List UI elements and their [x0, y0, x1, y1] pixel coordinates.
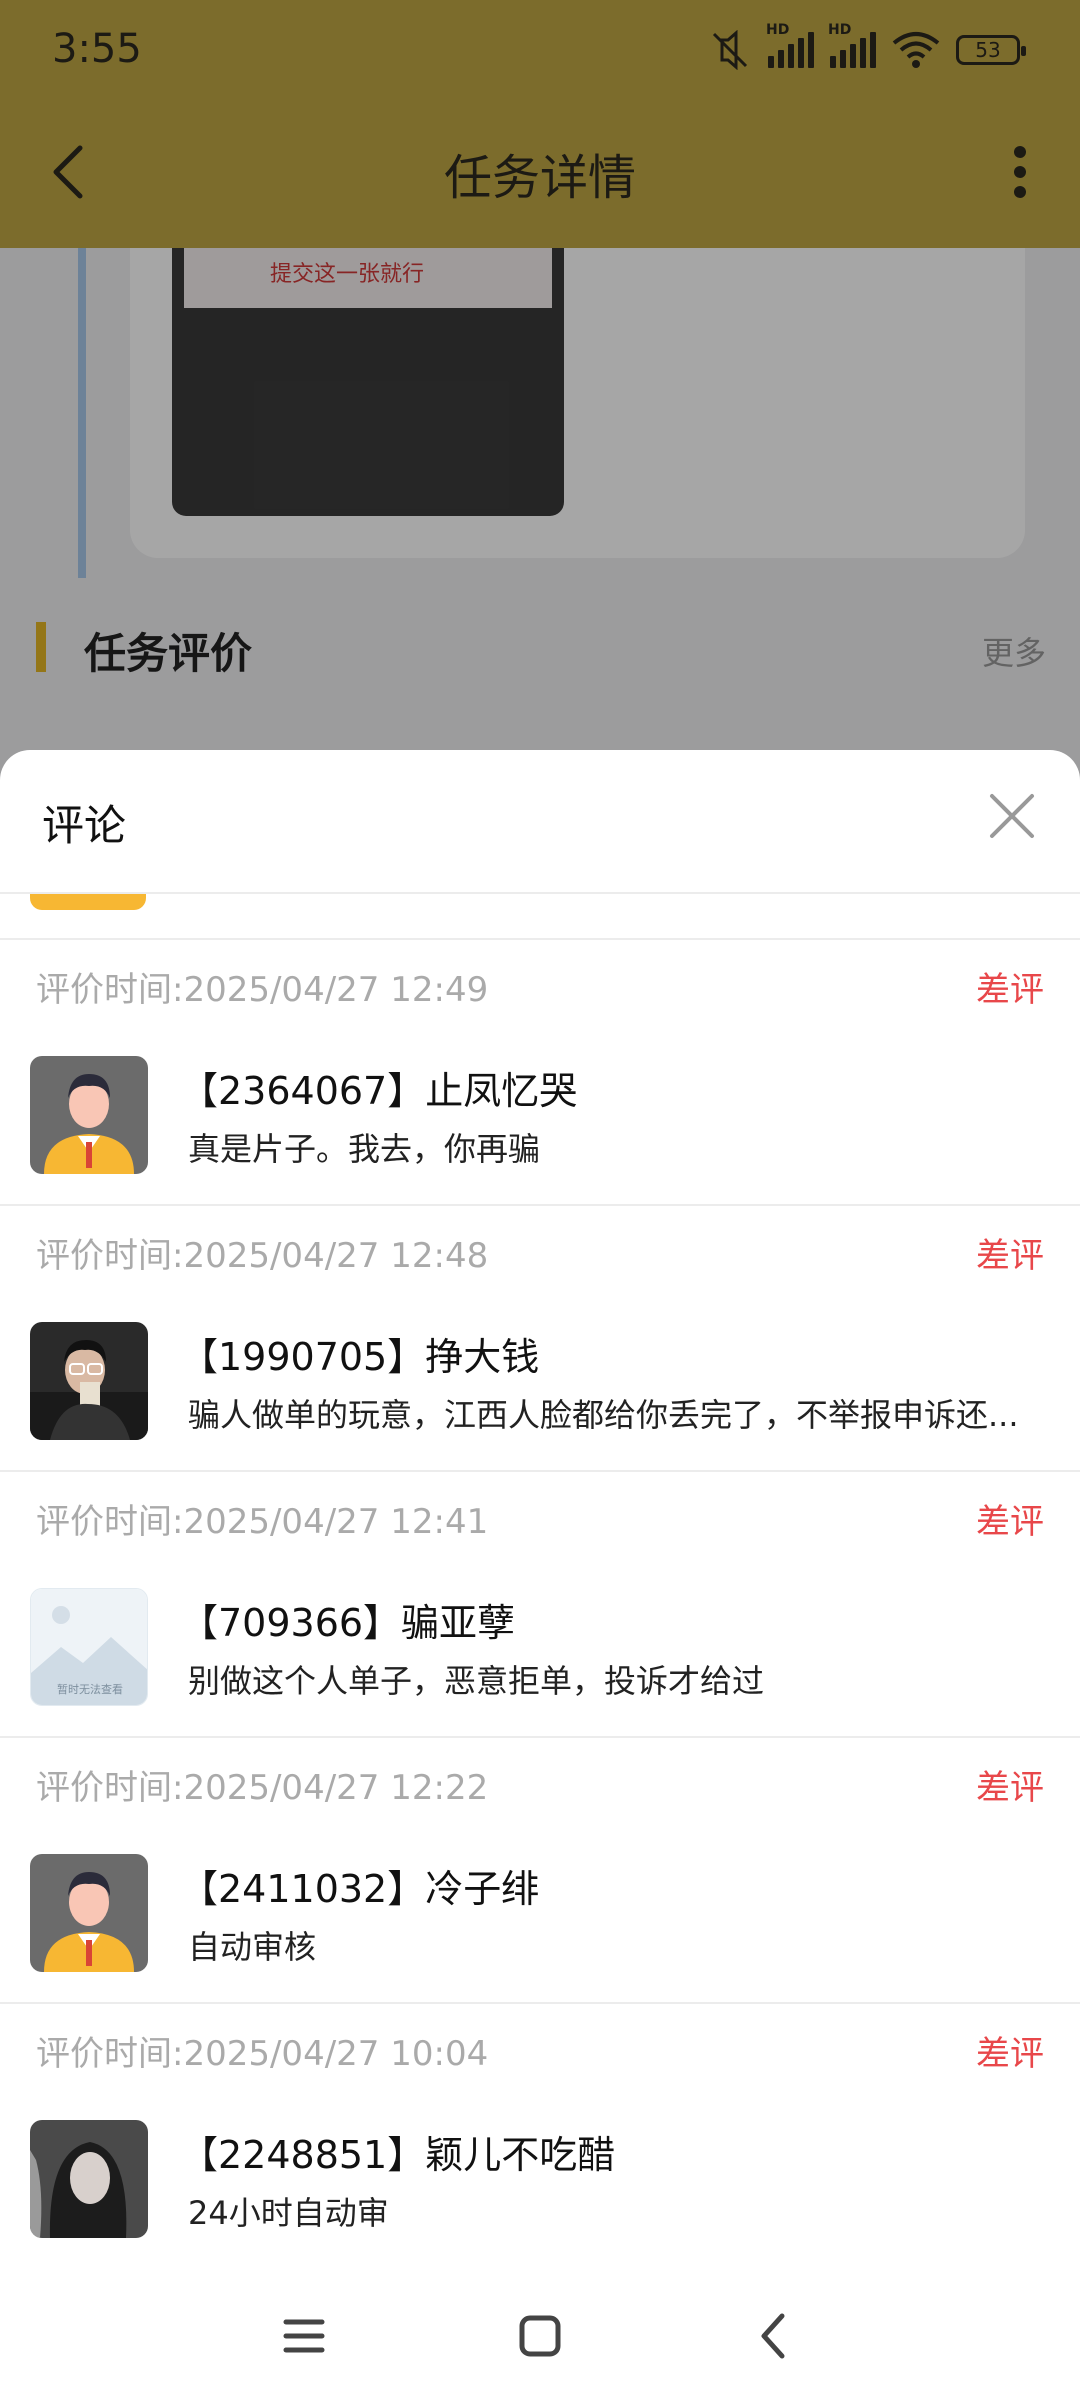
review-message: 骗人做单的玩意，江西人脸都给你丢完了，不举报申诉还...	[188, 1396, 1019, 1434]
avatar[interactable]	[30, 1056, 148, 1174]
avatar	[30, 894, 146, 910]
svg-text:暂时无法查看: 暂时无法查看	[57, 1682, 123, 1696]
list-item[interactable]: 评价时间:2025/04/27 12:41 差评 暂时无法查看 【709366】…	[0, 1472, 1080, 1738]
top-bar: 3:55 HD HD 53 任务详情	[0, 0, 1080, 248]
avatar[interactable]	[30, 2120, 148, 2238]
review-message: 真是片子。我去，你再骗	[188, 1130, 541, 1168]
more-menu-icon[interactable]	[1000, 140, 1040, 204]
review-rating-badge: 差评	[976, 1768, 1044, 1808]
reviewer-name: 【2248851】颖儿不吃醋	[180, 2133, 616, 2177]
default-avatar-icon	[30, 1056, 148, 1174]
review-time: 评价时间:2025/04/27 12:41	[36, 1502, 489, 1542]
reviewer-name: 【2411032】冷子绯	[180, 1867, 540, 1911]
reviewer-name: 【709366】骗亚孽	[180, 1601, 516, 1645]
battery-icon: 53	[956, 35, 1026, 65]
list-item[interactable]: 评价时间:2025/04/27 12:48 差评 【1990705】挣大钱 骗人…	[0, 1206, 1080, 1472]
list-item[interactable]: 评价时间:2025/04/27 12:49 差评 【2364067】止凤忆哭 真…	[0, 940, 1080, 1206]
app-bar: 任务详情	[0, 100, 1080, 248]
menu-icon[interactable]	[264, 2296, 344, 2376]
close-icon[interactable]	[982, 786, 1042, 846]
default-avatar-icon	[30, 1854, 148, 1972]
comments-sheet: 评论 评价时间:2025/04/27 12:49 差评 【2364067】止凤忆…	[0, 750, 1080, 2400]
status-bar: 3:55 HD HD 53	[0, 0, 1080, 100]
reviewer-name: 【2364067】止凤忆哭	[180, 1069, 578, 1113]
page-title: 任务详情	[443, 150, 636, 206]
review-message: 自动审核	[188, 1928, 317, 1966]
review-time: 评价时间:2025/04/27 10:04	[36, 2034, 489, 2074]
review-time: 评价时间:2025/04/27 12:49	[36, 970, 489, 1010]
status-icons: HD HD 53	[708, 22, 1026, 70]
list-item[interactable]: 评价时间:2025/04/27 12:22 差评 【2411032】冷子绯 自动…	[0, 1738, 1080, 2004]
list-item[interactable]: 评价时间:2025/04/27 10:04 差评 【2248851】颖儿不吃醋 …	[0, 2004, 1080, 2270]
photo-avatar-icon	[30, 2120, 148, 2238]
avatar[interactable]: 暂时无法查看	[30, 1588, 148, 1706]
status-time: 3:55	[52, 26, 142, 72]
reviewer-name: 【1990705】挣大钱	[180, 1335, 540, 1379]
home-icon[interactable]	[500, 2296, 580, 2376]
review-time: 评价时间:2025/04/27 12:22	[36, 1768, 489, 1808]
signal-icon: HD	[828, 22, 876, 68]
sheet-header: 评论	[0, 750, 1080, 894]
review-rating-badge: 差评	[976, 1236, 1044, 1276]
review-message: 别做这个人单子，恶意拒单，投诉才给过	[188, 1662, 765, 1700]
review-message: 24小时自动审	[188, 2194, 389, 2232]
avatar[interactable]	[30, 1322, 148, 1440]
review-list[interactable]: 评价时间:2025/04/27 12:49 差评 【2364067】止凤忆哭 真…	[0, 940, 1080, 2270]
mute-icon	[712, 30, 748, 70]
image-placeholder-icon: 暂时无法查看	[31, 1589, 147, 1705]
avatar[interactable]	[30, 1854, 148, 1972]
photo-avatar-icon	[30, 1322, 148, 1440]
review-rating-badge: 差评	[976, 970, 1044, 1010]
back-nav-icon[interactable]	[734, 2296, 814, 2376]
signal-icon: HD	[766, 22, 814, 68]
system-nav-bar	[0, 2268, 1080, 2400]
review-rating-badge: 差评	[976, 1502, 1044, 1542]
sheet-title: 评论	[42, 801, 127, 850]
review-rating-badge: 差评	[976, 2034, 1044, 2074]
wifi-icon	[892, 32, 940, 68]
review-time: 评价时间:2025/04/27 12:48	[36, 1236, 489, 1276]
